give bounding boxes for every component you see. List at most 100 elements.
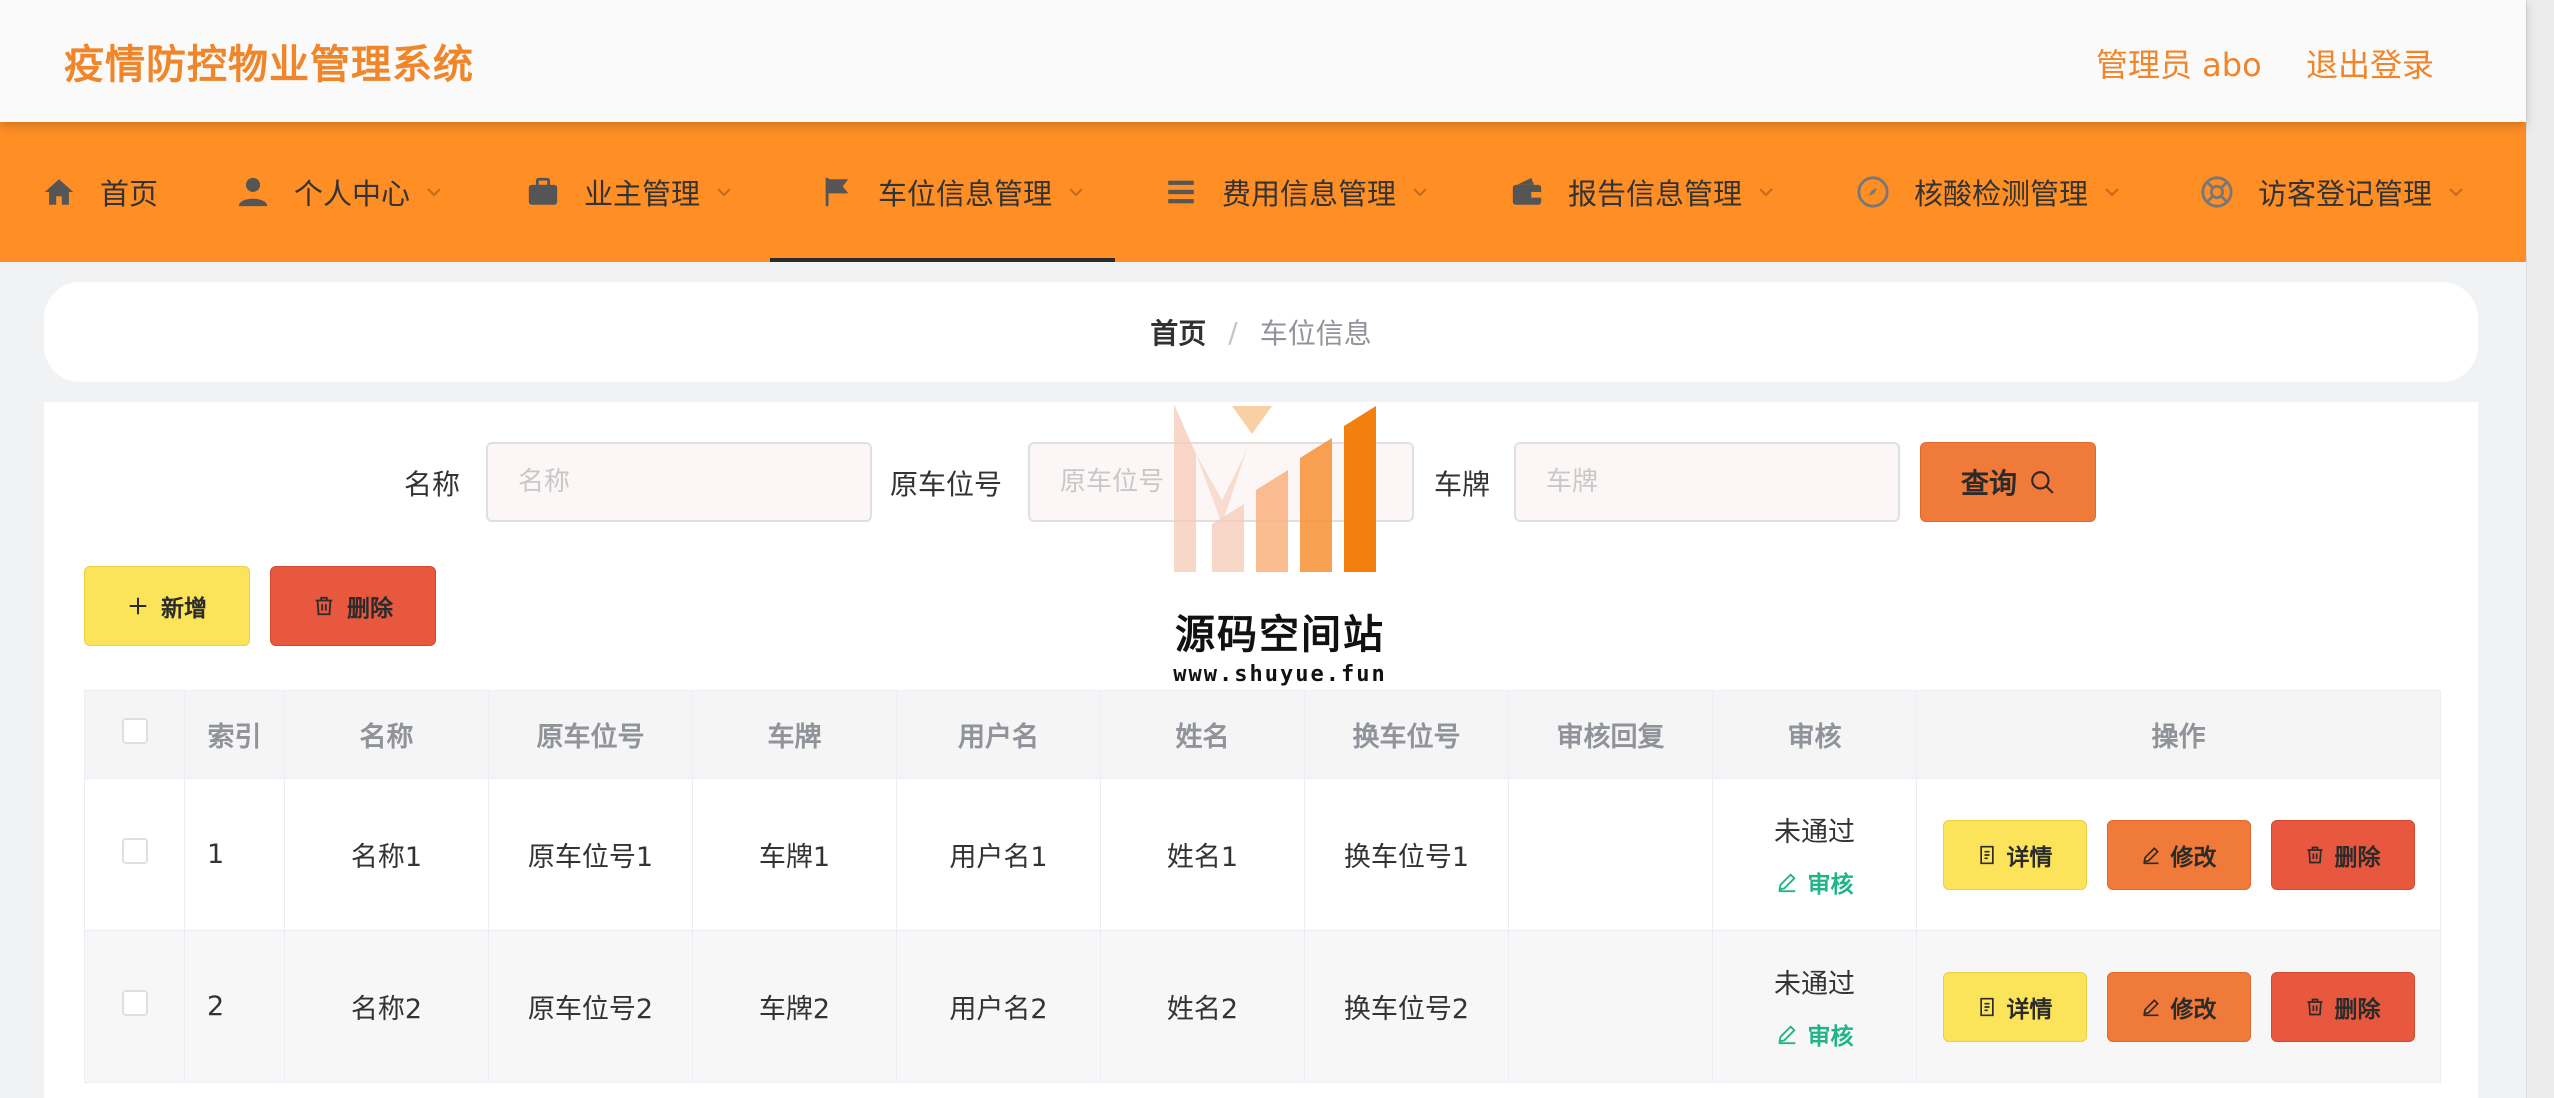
audit-link[interactable]: 审核 [1776,1017,1854,1051]
name-cell: 名称2 [284,930,489,1083]
column-header: 换车位号 [1304,690,1509,779]
column-header: 车牌 [692,690,897,779]
document-icon [1979,997,1994,1016]
column-header: 审核回复 [1508,690,1713,779]
app-title: 疫情防控物业管理系统 [64,42,474,88]
user-icon [236,175,270,209]
parking-table: 索引 名称 原车位号 车牌 用户名 姓名 换车位号 审核回复 审核 操作 1 名… [84,690,2441,1083]
table-row: 1 名称1 原车位号1 车牌1 用户名1 姓名1 换车位号1 未通过 审核 详情… [84,778,2441,931]
edit-button-label: 修改 [2170,996,2217,1023]
nav-item-owner-management[interactable]: 业主管理 [526,122,734,262]
batch-delete-button-label: 删除 [347,596,393,622]
briefcase-icon [526,175,560,209]
nav-item-label: 业主管理 [584,177,701,211]
delete-button-label: 删除 [2334,996,2381,1023]
plate-search-input[interactable] [1514,442,1900,522]
column-header: 原车位号 [488,690,693,779]
wallet-icon [1510,175,1544,209]
breadcrumb-home[interactable]: 首页 [1150,312,1206,352]
watermark-title: 源码空间站 [1175,612,1385,658]
chevron-down-icon [1066,182,1086,202]
table-header-row: 索引 名称 原车位号 车牌 用户名 姓名 换车位号 审核回复 审核 操作 [84,690,2441,779]
row-select-cell [84,778,185,931]
row-checkbox[interactable] [121,990,148,1016]
audit-link-label: 审核 [1807,871,1854,898]
operations-cell: 详情 修改 删除 [1916,778,2441,931]
trash-icon [2307,998,2322,1015]
column-header: 索引 [184,690,285,779]
home-icon [42,175,76,209]
realname-cell: 姓名2 [1100,930,1305,1083]
detail-button[interactable]: 详情 [1942,819,2087,890]
query-button[interactable]: 查询 [1920,442,2096,522]
chevron-down-icon [424,182,444,202]
audit-link[interactable]: 审核 [1776,865,1854,899]
nav-item-parking-management[interactable]: 车位信息管理 [770,122,1115,262]
add-button[interactable]: 新增 [84,566,250,646]
current-user-label: 管理员 abo [2096,46,2262,84]
logout-link[interactable]: 退出登录 [2306,40,2434,86]
watermark-url: www.shuyue.fun [1173,662,1387,687]
chevron-down-icon [714,182,734,202]
detail-button-label: 详情 [2006,996,2053,1023]
name-cell: 名称1 [284,778,489,931]
operations-cell: 详情 修改 删除 [1916,930,2441,1083]
breadcrumb-current: 车位信息 [1259,317,1372,350]
new-slot-cell: 换车位号1 [1304,778,1509,931]
nav-item-label: 核酸检测管理 [1914,177,2089,211]
breadcrumb-separator: / [1228,315,1238,349]
audit-cell: 未通过 审核 [1712,778,1917,931]
edit-button[interactable]: 修改 [2106,971,2251,1042]
edit-icon [1777,872,1796,892]
index-cell: 2 [184,930,285,1083]
column-header: 操作 [1916,690,2441,779]
audit-cell: 未通过 审核 [1712,930,1917,1083]
nav-item-label: 车位信息管理 [878,177,1053,211]
nav-item-label: 费用信息管理 [1222,177,1397,211]
nav-item-label: 个人中心 [294,177,411,211]
nav-item-personal-center[interactable]: 个人中心 [236,122,444,262]
edit-button-label: 修改 [2170,844,2217,871]
name-search-input[interactable] [486,442,872,522]
reply-cell [1508,778,1713,931]
nav-item-visitor-management[interactable]: 访客登记管理 [2200,122,2466,262]
orig-slot-cell: 原车位号2 [488,930,693,1083]
chevron-down-icon [1756,182,1776,202]
row-checkbox[interactable] [121,838,148,864]
page: 疫情防控物业管理系统 管理员 abo 退出登录 首页 个人中心 业主管理 车位信… [0,0,2526,1098]
delete-button[interactable]: 删除 [2270,819,2415,890]
edit-icon [2142,998,2159,1016]
main-nav: 首页 个人中心 业主管理 车位信息管理 费用信息管理 报告信息管理 核酸检测管理… [0,122,2526,262]
chevron-down-icon [2446,182,2466,202]
nav-item-nucleic-test-management[interactable]: 核酸检测管理 [1856,122,2122,262]
query-button-label: 查询 [1960,467,2017,500]
column-header: 姓名 [1100,690,1305,779]
detail-button-label: 详情 [2006,844,2053,871]
reply-cell [1508,930,1713,1083]
select-all-checkbox[interactable] [121,718,148,744]
detail-button[interactable]: 详情 [1942,971,2087,1042]
breadcrumb: 首页 / 车位信息 [44,282,2478,382]
page-scrollbar[interactable] [2526,0,2554,1098]
username-cell: 用户名2 [896,930,1101,1083]
delete-button-label: 删除 [2334,844,2381,871]
nav-item-fee-management[interactable]: 费用信息管理 [1164,122,1430,262]
table-row: 2 名称2 原车位号2 车牌2 用户名2 姓名2 换车位号2 未通过 审核 详情… [84,930,2441,1083]
help-icon [2200,175,2234,209]
document-icon [1979,845,1994,864]
edit-icon [1777,1024,1796,1044]
nav-item-label: 报告信息管理 [1568,177,1743,211]
new-slot-cell: 换车位号2 [1304,930,1509,1083]
top-header: 疫情防控物业管理系统 管理员 abo 退出登录 [0,0,2526,122]
trash-icon [2307,846,2322,863]
audit-link-label: 审核 [1807,1023,1854,1050]
nav-item-home[interactable]: 首页 [42,122,158,262]
nav-item-report-management[interactable]: 报告信息管理 [1510,122,1776,262]
column-header: 名称 [284,690,489,779]
edit-button[interactable]: 修改 [2106,819,2251,890]
flag-icon [820,175,854,209]
delete-button[interactable]: 删除 [2270,971,2415,1042]
plate-cell: 车牌2 [692,930,897,1083]
nav-item-label: 首页 [100,177,159,211]
batch-delete-button[interactable]: 删除 [270,566,436,646]
